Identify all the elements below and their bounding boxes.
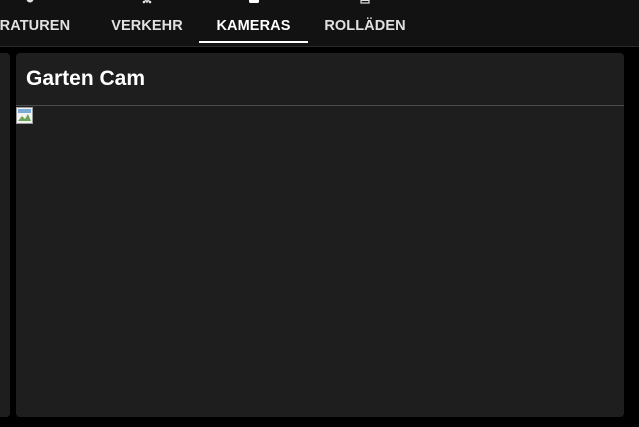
camera-icon — [248, 0, 259, 3]
window-shutter-icon — [360, 0, 370, 4]
tab-rollaeden[interactable]: ROLLÄDEN — [315, 0, 415, 46]
tab-label: ERATUREN — [0, 18, 71, 34]
tab-label: ROLLÄDEN — [324, 18, 406, 34]
adjacent-card — [0, 53, 10, 417]
tab-kameras[interactable]: KAMERAS — [199, 0, 308, 46]
tab-label: VERKEHR — [111, 18, 183, 34]
view-tab-bar: ERATUREN VERKEHR KAMERAS ROLLÄDEN — [0, 0, 639, 47]
card-title: Garten Cam — [26, 67, 146, 90]
card-divider — [16, 105, 624, 106]
thermometer-icon — [26, 0, 34, 3]
broken-image-icon[interactable] — [16, 107, 34, 125]
tab-temperaturen[interactable]: ERATUREN — [0, 0, 80, 46]
tab-label: KAMERAS — [216, 18, 291, 34]
car-icon — [142, 0, 152, 4]
tab-verkehr[interactable]: VERKEHR — [97, 0, 197, 46]
camera-card[interactable]: Garten Cam — [16, 53, 624, 417]
dashboard-page: ERATUREN VERKEHR KAMERAS ROLLÄDEN — [0, 0, 639, 427]
